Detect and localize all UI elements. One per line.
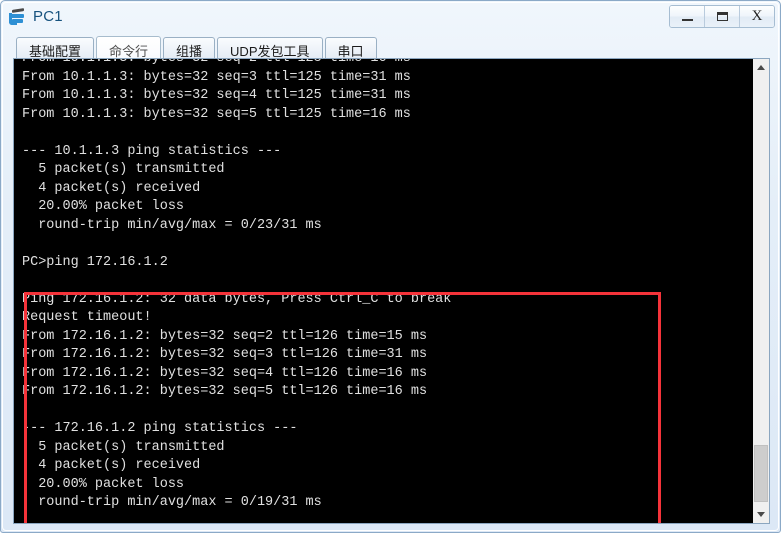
window-title: PC1 — [33, 7, 63, 25]
title-bar: PC1 X — [3, 3, 780, 29]
terminal-line: From 172.16.1.2: bytes=32 seq=4 ttl=126 … — [22, 365, 428, 381]
terminal-line: From 10.1.1.3: bytes=32 seq=3 ttl=125 ti… — [22, 69, 411, 85]
terminal-line: 4 packet(s) received — [22, 180, 201, 196]
scrollbar-thumb[interactable] — [754, 445, 768, 502]
terminal-line: --- 172.16.1.2 ping statistics --- — [22, 421, 298, 436]
terminal-line: From 10.1.1.3: bytes=32 seq=5 ttl=125 ti… — [22, 106, 411, 122]
terminal-line: 5 packet(s) transmitted — [22, 162, 225, 177]
terminal-line: PC>ping 172.16.1.2 — [22, 254, 168, 270]
terminal-viewport[interactable]: From 10.1.1.3: bytes=32 seq=2 ttl=125 ti… — [14, 59, 752, 523]
client-area: 基础配置 命令行 组播 UDP发包工具 串口 From 10.1.1.3: by… — [7, 31, 776, 528]
close-icon: X — [751, 7, 763, 24]
terminal-output: From 10.1.1.3: bytes=32 seq=2 ttl=125 ti… — [22, 59, 752, 523]
terminal-line: From 172.16.1.2: bytes=32 seq=5 ttl=126 … — [22, 384, 428, 399]
terminal-line: 20.00% packet loss — [22, 476, 185, 492]
terminal-line: --- 10.1.1.3 ping statistics --- — [22, 143, 282, 159]
terminal-line: From 172.16.1.2: bytes=32 seq=3 ttl=126 … — [22, 347, 428, 362]
scroll-up-button[interactable] — [753, 59, 769, 76]
terminal-line: round-trip min/avg/max = 0/23/31 ms — [22, 217, 322, 233]
terminal-line: From 10.1.1.3: bytes=32 seq=4 ttl=125 ti… — [22, 88, 411, 103]
window-controls: X — [669, 4, 775, 28]
terminal-line: 5 packet(s) transmitted — [22, 439, 225, 455]
pc1-window: PC1 X 基础配置 命令行 组播 UDP发包工具 串口 From 10.1.1… — [0, 0, 781, 533]
terminal-line: From 172.16.1.2: bytes=32 seq=2 ttl=126 … — [22, 328, 428, 344]
terminal-line: Request timeout! — [22, 310, 152, 325]
terminal-panel[interactable]: From 10.1.1.3: bytes=32 seq=2 ttl=125 ti… — [13, 58, 770, 524]
terminal-line: Ping 172.16.1.2: 32 data bytes, Press Ct… — [22, 291, 452, 307]
tab-command-line-label: 命令行 — [109, 43, 149, 59]
scrollbar-track[interactable] — [753, 76, 769, 506]
terminal-scrollbar[interactable] — [752, 59, 769, 523]
network-device-icon — [9, 7, 27, 25]
minimize-icon — [681, 18, 693, 21]
terminal-line: 20.00% packet loss — [22, 199, 185, 214]
terminal-line: round-trip min/avg/max = 0/19/31 ms — [22, 495, 322, 510]
maximize-icon — [716, 11, 728, 21]
terminal-line: 4 packet(s) received — [22, 458, 201, 473]
scroll-down-arrow-icon — [757, 512, 765, 517]
close-button[interactable]: X — [740, 5, 774, 27]
scroll-up-arrow-icon — [757, 65, 765, 70]
scroll-down-button[interactable] — [753, 506, 769, 523]
terminal-line: From 10.1.1.3: bytes=32 seq=2 ttl=125 ti… — [22, 59, 752, 69]
maximize-button[interactable] — [705, 5, 740, 27]
minimize-button[interactable] — [670, 5, 705, 27]
